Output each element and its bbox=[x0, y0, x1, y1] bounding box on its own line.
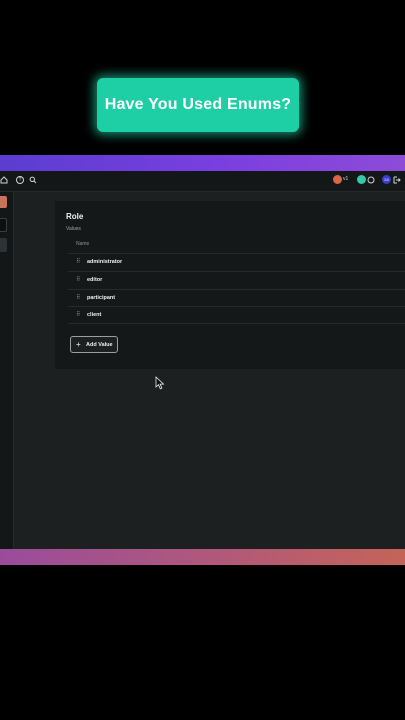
add-value-label: Add Value bbox=[86, 342, 113, 348]
plus-icon: + bbox=[76, 340, 81, 349]
add-value-button[interactable]: + Add Value bbox=[70, 336, 118, 353]
sidebar-add-button[interactable] bbox=[0, 196, 7, 208]
enum-value-label: administrator bbox=[87, 259, 123, 265]
account-avatar[interactable]: 24 bbox=[382, 175, 391, 184]
home-icon[interactable] bbox=[0, 176, 8, 184]
caption-text: Have You Used Enums? bbox=[104, 96, 292, 113]
app-window: ? v1 24 Role Values Name ⠿ administrator… bbox=[0, 155, 405, 565]
enum-value-label: participant bbox=[87, 295, 116, 301]
enum-value-row[interactable]: ⠿ editor bbox=[68, 271, 405, 288]
enum-value-row[interactable]: ⠿ client bbox=[68, 306, 405, 323]
drag-handle-icon[interactable]: ⠿ bbox=[76, 277, 81, 283]
drag-handle-icon[interactable]: ⠿ bbox=[76, 312, 81, 318]
version-label: v1 bbox=[343, 176, 349, 182]
enum-value-row[interactable]: ⠿ administrator bbox=[68, 253, 405, 270]
search-icon[interactable] bbox=[29, 176, 37, 184]
sidebar-item-dark[interactable] bbox=[0, 218, 7, 232]
enum-value-label: client bbox=[87, 312, 102, 318]
collaborator-avatar[interactable] bbox=[357, 175, 366, 184]
mouse-cursor-icon bbox=[155, 376, 165, 390]
drag-handle-icon[interactable]: ⠿ bbox=[76, 295, 81, 301]
chat-icon[interactable] bbox=[367, 176, 375, 184]
enum-value-row[interactable]: ⠿ participant bbox=[68, 289, 405, 306]
bottom-gradient-bar bbox=[0, 549, 405, 565]
enum-value-label: editor bbox=[87, 277, 103, 283]
exit-icon[interactable] bbox=[393, 176, 401, 184]
enum-title: Role bbox=[66, 212, 84, 221]
user-avatar[interactable] bbox=[333, 175, 342, 184]
top-gradient-bar bbox=[0, 155, 405, 171]
enum-panel: Role Values Name ⠿ administrator ⠿ edito… bbox=[55, 201, 405, 369]
column-header-name: Name bbox=[76, 241, 90, 247]
drag-handle-icon[interactable]: ⠿ bbox=[76, 259, 81, 265]
caption-banner: Have You Used Enums? bbox=[97, 78, 299, 132]
sidebar-item-selected[interactable] bbox=[0, 238, 7, 252]
list-divider bbox=[68, 323, 405, 324]
left-sidebar bbox=[0, 192, 14, 549]
help-icon[interactable]: ? bbox=[16, 176, 24, 184]
top-toolbar: ? v1 24 bbox=[0, 171, 405, 192]
enum-subtitle: Values bbox=[66, 226, 81, 232]
